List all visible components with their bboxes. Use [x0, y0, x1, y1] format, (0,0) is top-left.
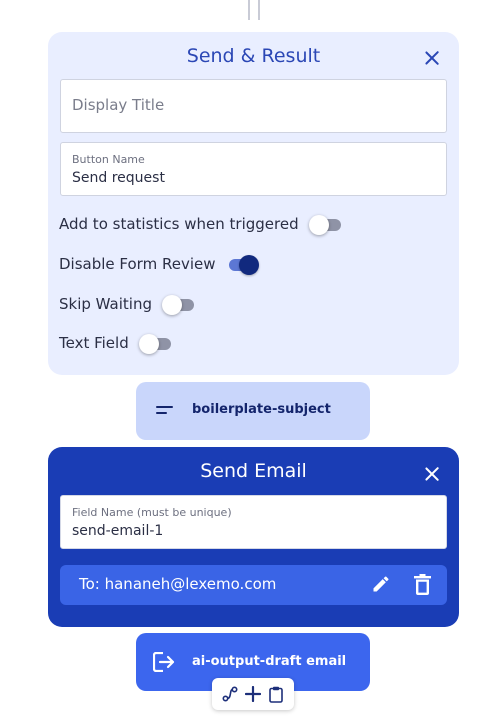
route-icon: [222, 686, 238, 702]
toggle-label: Disable Form Review: [59, 255, 216, 273]
field-name-value[interactable]: send-email-1: [72, 523, 163, 539]
send-result-card: Send & Result Button Name Send request A…: [48, 32, 459, 375]
node-label: ai-output-draft email: [192, 654, 347, 669]
button-name-value[interactable]: Send request: [72, 170, 165, 186]
node-label: boilerplate-subject: [192, 402, 331, 417]
button-name-field[interactable]: Button Name Send request: [60, 142, 447, 196]
add-button[interactable]: [243, 684, 263, 704]
toggle-label: Skip Waiting: [59, 295, 152, 313]
send-email-card: Send Email Field Name (must be unique) s…: [48, 447, 459, 627]
field-name-label: Field Name (must be unique): [72, 506, 232, 519]
boilerplate-subject-node[interactable]: boilerplate-subject: [136, 382, 370, 440]
toggle-row-skip-waiting: Skip Waiting: [59, 292, 196, 316]
card-title: Send & Result: [186, 45, 321, 67]
skip-waiting-toggle[interactable]: [161, 294, 196, 315]
route-button[interactable]: [220, 684, 240, 704]
field-name-field[interactable]: Field Name (must be unique) send-email-1: [60, 495, 447, 549]
close-icon[interactable]: [422, 464, 442, 484]
node-toolbar: [212, 678, 294, 710]
short-text-icon: [156, 406, 173, 416]
toggle-row-statistics: Add to statistics when triggered: [59, 212, 343, 236]
close-icon[interactable]: [422, 48, 442, 68]
toggle-label: Add to statistics when triggered: [59, 215, 299, 233]
plus-icon: [244, 686, 261, 702]
display-title-input[interactable]: [72, 96, 432, 114]
toggle-label: Text Field: [59, 334, 129, 352]
pencil-icon[interactable]: [371, 574, 391, 594]
text-field-toggle[interactable]: [138, 333, 173, 354]
connector-line: [248, 0, 260, 20]
exit-arrow-icon: [153, 652, 175, 672]
card-title: Send Email: [200, 460, 307, 482]
trash-icon[interactable]: [414, 574, 431, 595]
clipboard-button[interactable]: [266, 684, 286, 704]
toggle-row-form-review: Disable Form Review: [59, 252, 260, 276]
recipient-text: To: hananeh@lexemo.com: [79, 575, 277, 593]
disable-form-review-toggle[interactable]: [225, 254, 260, 275]
recipient-row[interactable]: To: hananeh@lexemo.com: [60, 565, 447, 605]
display-title-field[interactable]: [60, 79, 447, 133]
clipboard-icon: [269, 686, 284, 703]
button-name-label: Button Name: [72, 153, 145, 166]
toggle-row-text-field: Text Field: [59, 331, 173, 355]
statistics-toggle[interactable]: [308, 214, 343, 235]
